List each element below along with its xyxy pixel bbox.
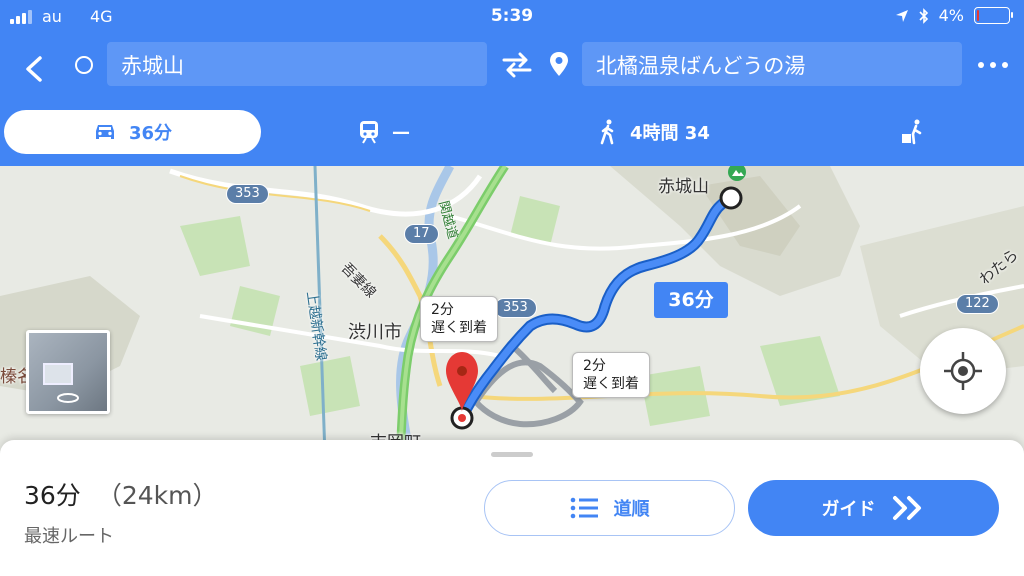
- clock: 5:39: [490, 6, 534, 26]
- route-duration: 36分: [24, 481, 81, 510]
- directions-header: 赤城山 北橘温泉ばんどうの湯 36分 — 4時間 34: [0, 34, 1024, 166]
- my-location-button[interactable]: [920, 328, 1006, 414]
- battery-percent: 4%: [938, 6, 964, 25]
- steps-button[interactable]: 道順: [484, 480, 735, 536]
- tab-walk[interactable]: 4時間 34: [598, 110, 710, 154]
- guide-label: ガイド: [821, 499, 876, 520]
- battery-fill: [977, 10, 979, 21]
- start-guide-button[interactable]: ガイド: [748, 480, 999, 536]
- alt-route-callout-2[interactable]: 2分 遅く到着: [572, 352, 650, 398]
- transit-duration: —: [392, 121, 410, 143]
- car-icon: [95, 125, 114, 139]
- location-arrow-icon: [895, 9, 908, 22]
- route-duration-badge[interactable]: 36分: [654, 282, 728, 318]
- street-view-rotate-icon: [57, 393, 79, 403]
- route-shield-353-east: 353: [494, 298, 537, 318]
- crosshair-icon: [944, 352, 982, 390]
- destination-pin-icon: [550, 52, 568, 76]
- double-chevron-right-icon: [892, 496, 921, 520]
- back-button[interactable]: [18, 52, 52, 86]
- walk-duration: 4時間 34: [630, 123, 710, 144]
- tab-ride-share[interactable]: [900, 110, 924, 154]
- sheet-drag-handle[interactable]: [491, 452, 533, 457]
- origin-field[interactable]: 赤城山: [107, 42, 487, 86]
- list-icon: [570, 497, 598, 519]
- ride-share-icon: [902, 119, 922, 145]
- route-shield-353: 353: [226, 184, 269, 204]
- street-view-thumbnail[interactable]: [26, 330, 110, 414]
- map-label-shibukawa: 渋川市: [348, 322, 402, 343]
- tab-drive[interactable]: 36分: [4, 110, 261, 154]
- train-icon: [360, 121, 378, 144]
- route-summary: 36分 （24km）: [24, 476, 217, 512]
- map-view[interactable]: 赤城山 渋川市 榛名 吉岡町 わたら 関越道 上越新幹線 吾妻線 353 353…: [0, 166, 1024, 456]
- more-options-button[interactable]: [978, 58, 1008, 72]
- route-shield-17: 17: [404, 224, 439, 244]
- walking-icon: [600, 119, 614, 145]
- drive-duration: 36分: [128, 123, 173, 144]
- status-bar: au 4G 5:39 4%: [0, 0, 1024, 34]
- route-summary-sheet[interactable]: 36分 （24km） 最速ルート 道順 ガイド: [0, 440, 1024, 576]
- battery-icon: [974, 7, 1013, 24]
- route-distance: （24km）: [96, 481, 218, 510]
- steps-label: 道順: [613, 499, 650, 520]
- street-view-window: [43, 363, 73, 385]
- bluetooth-icon: [919, 7, 928, 24]
- maps-directions-screen: au 4G 5:39 4% 赤城山 北橘温泉ばんどうの湯 36分 — 4時間 3…: [0, 0, 1024, 576]
- status-right: 4%: [895, 6, 1013, 25]
- tab-transit[interactable]: —: [358, 110, 410, 154]
- alt-route-time: 2分: [583, 358, 606, 374]
- origin-circle-icon: [75, 56, 93, 74]
- route-shield-122: 122: [956, 294, 999, 314]
- alt-route-callout-1[interactable]: 2分 遅く到着: [420, 296, 498, 342]
- travel-mode-tabs: 36分 — 4時間 34: [0, 110, 1024, 158]
- swap-direction-button[interactable]: [500, 50, 534, 80]
- alt-route-note: 遅く到着: [431, 320, 487, 336]
- alt-route-note: 遅く到着: [583, 376, 639, 392]
- route-type-label: 最速ルート: [24, 526, 114, 547]
- destination-field[interactable]: 北橘温泉ばんどうの湯: [582, 42, 962, 86]
- alt-route-time: 2分: [431, 302, 454, 318]
- map-label-akagi: 赤城山: [658, 177, 709, 197]
